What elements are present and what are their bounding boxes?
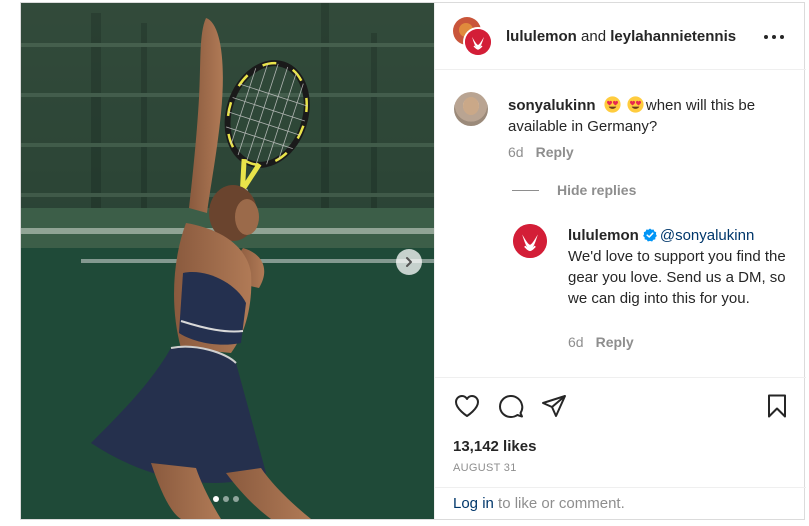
heart-icon[interactable] xyxy=(453,392,481,420)
action-bar: 13,142 likes AUGUST 31 xyxy=(435,377,806,487)
login-link[interactable]: Log in xyxy=(453,495,494,512)
reply-body: lululemon @sonyalukinn We'd love to supp… xyxy=(568,225,793,309)
reply-button[interactable]: Reply xyxy=(536,144,574,160)
commenter-username[interactable]: sonyalukinn xyxy=(508,97,596,114)
likes-count[interactable]: 13,142 likes xyxy=(453,438,536,455)
carousel-dot xyxy=(213,496,219,502)
reply-meta: 6d Reply xyxy=(568,334,634,350)
chevron-right-icon xyxy=(406,257,412,267)
reply-age: 6d xyxy=(568,334,584,350)
tennis-player-image xyxy=(21,3,434,519)
post-date: AUGUST 31 xyxy=(453,462,517,474)
hide-replies-button[interactable]: Hide replies xyxy=(557,182,636,198)
reply-to-reply-button[interactable]: Reply xyxy=(596,334,634,350)
commenter-avatar[interactable] xyxy=(454,92,488,126)
post-card: lululemon and leylahannietennis sonyaluk… xyxy=(20,2,806,520)
lululemon-logo-icon xyxy=(513,224,547,258)
comments-section: sonyalukinn when will this be available … xyxy=(435,70,806,377)
login-prompt-text: Log in to like or comment. xyxy=(453,495,625,512)
comment-icon[interactable] xyxy=(497,392,525,420)
bookmark-icon[interactable] xyxy=(763,392,791,420)
lululemon-logo-icon xyxy=(465,29,491,55)
post-photo[interactable] xyxy=(21,3,434,519)
login-prompt: Log in to like or comment. xyxy=(435,487,806,519)
post-side-panel: lululemon and leylahannietennis sonyaluk… xyxy=(434,3,806,519)
login-rest: to like or comment. xyxy=(493,495,625,512)
comment-body: sonyalukinn when will this be available … xyxy=(508,95,778,137)
heart-eyes-emoji-icon xyxy=(604,96,621,113)
carousel-indicator xyxy=(213,496,239,502)
reply-author-avatar[interactable] xyxy=(513,224,547,258)
carousel-dot xyxy=(223,496,229,502)
reply-username[interactable]: lululemon xyxy=(568,227,639,244)
comment-age: 6d xyxy=(508,144,524,160)
next-image-button[interactable] xyxy=(396,249,422,275)
reply-text: We'd love to support you find the gear y… xyxy=(568,248,786,307)
verified-badge-icon xyxy=(642,228,657,242)
heart-eyes-emoji-icon xyxy=(627,96,644,113)
post-authors: lululemon and leylahannietennis xyxy=(506,28,736,45)
share-icon[interactable] xyxy=(540,392,568,420)
authors-joiner: and xyxy=(581,28,607,45)
author-avatar[interactable] xyxy=(463,27,493,57)
post-header: lululemon and leylahannietennis xyxy=(435,3,806,70)
carousel-dot xyxy=(233,496,239,502)
author-username[interactable]: lululemon xyxy=(506,28,577,45)
more-horizontal-icon[interactable] xyxy=(761,30,787,44)
comment-meta: 6d Reply xyxy=(508,144,574,160)
mention-link[interactable]: @sonyalukinn xyxy=(660,227,754,244)
thread-divider xyxy=(512,190,539,191)
collaborator-username[interactable]: leylahannietennis xyxy=(610,28,736,45)
